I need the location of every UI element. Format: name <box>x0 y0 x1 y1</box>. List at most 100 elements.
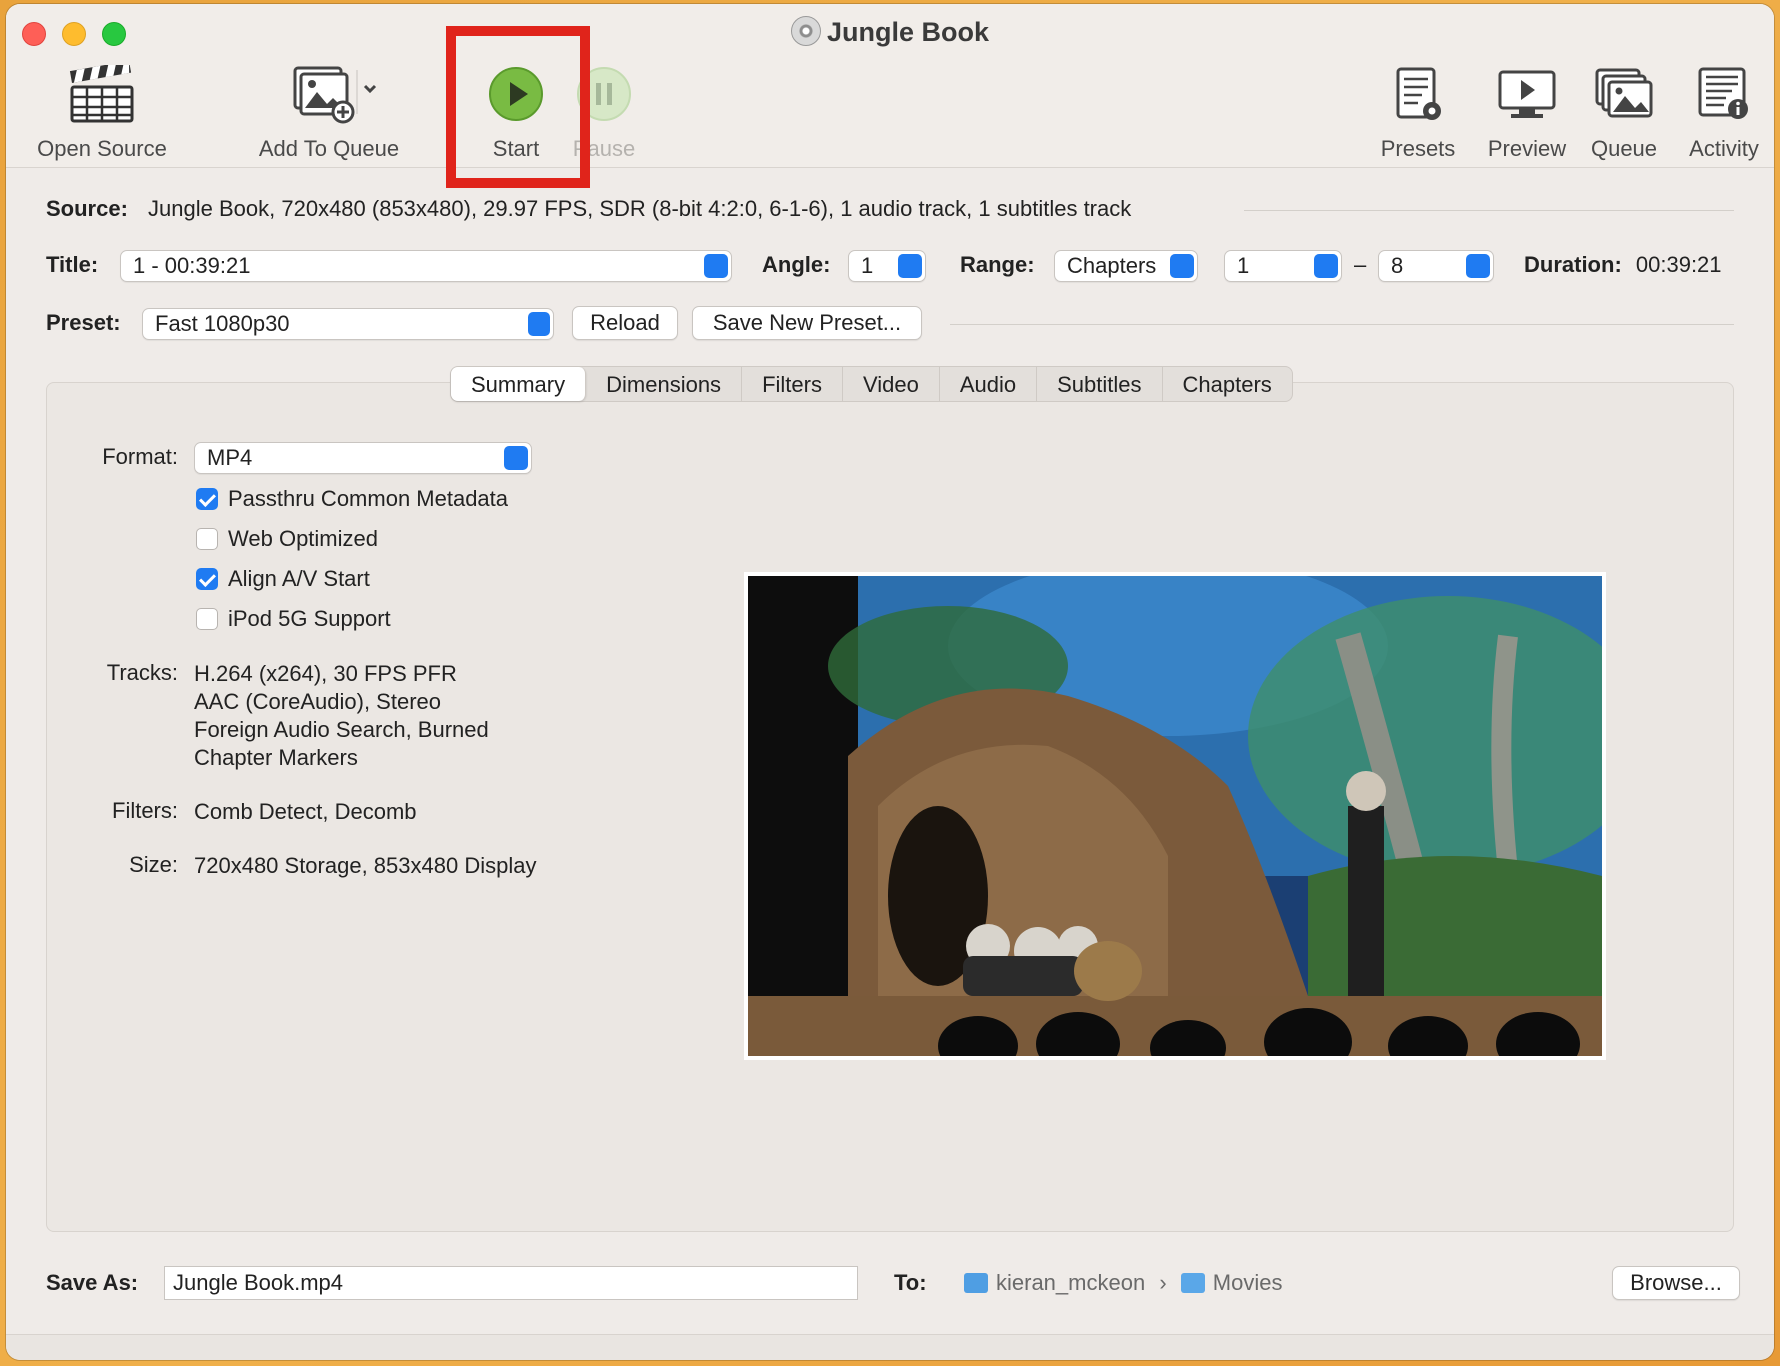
status-bar <box>6 1334 1774 1360</box>
app-window: Jungle Book Open Source Add To Queue Sta… <box>6 4 1774 1360</box>
filters-value: Comb Detect, Decomb <box>194 799 417 824</box>
path-chevron-icon: › <box>1159 1270 1167 1295</box>
title-select[interactable]: 1 - 00:39:21 <box>120 250 732 282</box>
align-av-start-checkbox[interactable] <box>196 568 218 590</box>
preset-select[interactable]: Fast 1080p30 <box>142 308 554 340</box>
pause-button[interactable]: Pause <box>564 62 644 162</box>
title-label: Title: <box>46 252 99 277</box>
queue-label: Queue <box>1590 136 1658 161</box>
preset-select-value: Fast 1080p30 <box>155 311 290 336</box>
activity-label: Activity <box>1689 136 1759 161</box>
preview-scene <box>748 576 1602 1056</box>
pause-label: Pause <box>572 136 636 161</box>
format-stepper-icon <box>504 446 528 470</box>
tab-dimensions[interactable]: Dimensions <box>586 367 743 401</box>
source-value: Jungle Book, 720x480 (853x480), 29.97 FP… <box>148 196 1132 221</box>
disc-icon <box>790 16 821 46</box>
range-start-value: 1 <box>1237 253 1250 278</box>
tab-audio[interactable]: Audio <box>940 367 1038 401</box>
start-label: Start <box>492 136 540 161</box>
pause-icon <box>564 62 644 126</box>
align-av-start-label: Align A/V Start <box>228 566 370 591</box>
angle-label: Angle: <box>762 252 831 277</box>
path-movies: Movies <box>1212 1270 1283 1295</box>
duration-group: Duration: 00:39:21 <box>1524 252 1722 278</box>
presets-label: Presets <box>1380 136 1456 161</box>
to-label: To: <box>894 1270 927 1295</box>
preview-button[interactable]: Preview <box>1472 62 1582 162</box>
play-icon <box>476 62 556 126</box>
ipod-5g-label: iPod 5G Support <box>228 606 391 631</box>
range-dash: – <box>1354 252 1367 277</box>
track-audio: AAC (CoreAudio), Stereo <box>194 689 441 714</box>
add-photo-icon <box>244 62 414 126</box>
tracks-label: Tracks: <box>106 660 178 685</box>
start-button[interactable]: Start <box>476 62 556 162</box>
track-chapters: Chapter Markers <box>194 745 358 770</box>
open-source-button[interactable]: Open Source <box>22 62 182 162</box>
preview-thumbnail[interactable] <box>744 572 1606 1060</box>
activity-log-icon <box>1678 62 1770 126</box>
passthru-metadata-label: Passthru Common Metadata <box>228 486 509 511</box>
source-label: Source: <box>46 196 128 221</box>
preset-label: Preset: <box>46 310 121 335</box>
save-as-label: Save As: <box>46 1270 139 1295</box>
save-new-preset-button[interactable]: Save New Preset... <box>692 306 922 340</box>
size-label: Size: <box>129 852 178 877</box>
size-value: 720x480 Storage, 853x480 Display <box>194 853 537 878</box>
presets-icon <box>1368 62 1468 126</box>
range-start-stepper-icon <box>1314 254 1338 278</box>
source-row: Source: Jungle Book, 720x480 (853x480), … <box>46 196 1131 222</box>
window-title: Jungle Book <box>6 16 1774 48</box>
tab-chapters[interactable]: Chapters <box>1163 367 1292 401</box>
range-type-stepper-icon <box>1170 254 1194 278</box>
source-divider <box>1244 210 1734 211</box>
filters-label: Filters: <box>112 798 178 823</box>
range-type-select[interactable]: Chapters <box>1054 250 1198 282</box>
format-select[interactable]: MP4 <box>194 442 532 474</box>
movies-folder-icon <box>1180 1273 1205 1293</box>
tab-video[interactable]: Video <box>843 367 940 401</box>
title-select-value: 1 - 00:39:21 <box>133 253 251 278</box>
passthru-metadata-checkbox[interactable] <box>196 488 218 510</box>
track-video: H.264 (x264), 30 FPS PFR <box>194 661 457 686</box>
track-subtitles: Foreign Audio Search, Burned <box>194 717 489 742</box>
preview-label: Preview <box>1487 136 1567 161</box>
angle-select-value: 1 <box>861 253 874 278</box>
add-to-queue-label: Add To Queue <box>258 136 400 161</box>
range-label: Range: <box>960 252 1035 277</box>
web-optimized-label: Web Optimized <box>228 526 378 551</box>
browse-button[interactable]: Browse... <box>1612 1266 1740 1300</box>
duration-label: Duration: <box>1524 252 1622 277</box>
monitor-play-icon <box>1472 62 1582 126</box>
title-stepper-icon <box>704 254 728 278</box>
web-optimized-checkbox[interactable] <box>196 528 218 550</box>
save-as-input[interactable]: Jungle Book.mp4 <box>164 1266 858 1300</box>
queue-photos-icon <box>1586 62 1662 126</box>
range-type-value: Chapters <box>1067 253 1157 278</box>
queue-button[interactable]: Queue <box>1586 62 1662 162</box>
open-source-label: Open Source <box>37 136 167 161</box>
format-select-value: MP4 <box>207 445 253 470</box>
tab-bar: Summary Dimensions Filters Video Audio S… <box>450 366 1293 402</box>
presets-button[interactable]: Presets <box>1368 62 1468 162</box>
format-label: Format: <box>102 444 178 469</box>
range-end-select[interactable]: 8 <box>1378 250 1494 282</box>
ipod-5g-checkbox[interactable] <box>196 608 218 630</box>
add-to-queue-button[interactable]: Add To Queue <box>244 62 414 162</box>
range-start-select[interactable]: 1 <box>1224 250 1342 282</box>
tab-summary[interactable]: Summary <box>451 367 587 401</box>
activity-button[interactable]: Activity <box>1678 62 1770 162</box>
tracks-list: H.264 (x264), 30 FPS PFR AAC (CoreAudio)… <box>194 660 489 772</box>
destination-path[interactable]: kieran_mckeon › Movies <box>964 1270 1282 1296</box>
angle-select[interactable]: 1 <box>848 250 926 282</box>
tab-subtitles[interactable]: Subtitles <box>1037 367 1163 401</box>
range-end-stepper-icon <box>1466 254 1490 278</box>
preset-dropdown-icon <box>528 312 550 336</box>
tab-filters[interactable]: Filters <box>742 367 843 401</box>
range-end-value: 8 <box>1391 253 1404 278</box>
clapperboard-icon <box>22 62 182 126</box>
reload-button[interactable]: Reload <box>572 306 678 340</box>
angle-stepper-icon <box>898 254 922 278</box>
preset-divider <box>950 324 1734 325</box>
